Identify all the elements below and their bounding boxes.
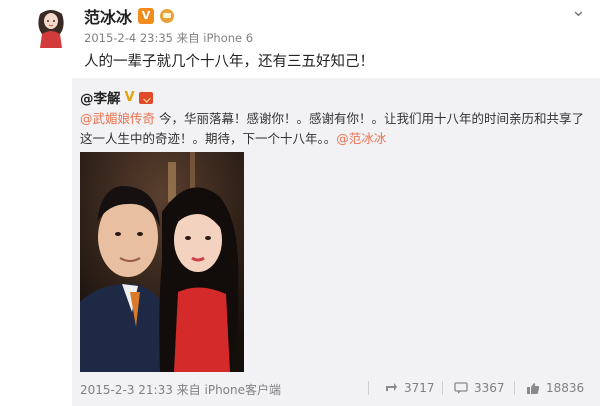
repost-count: 3717 bbox=[404, 381, 435, 395]
like-count: 18836 bbox=[546, 381, 585, 395]
post-author-name[interactable]: 范冰冰 bbox=[84, 4, 132, 28]
post-text: 人的一辈子就几个十八年，还有三五好知己！ bbox=[84, 54, 374, 70]
repost-icon bbox=[384, 382, 398, 394]
repost-text: @武媚娘传奇 今，华丽落幕！感谢你！。感谢有你！。让我们用十八年的时间亲历和共享… bbox=[80, 109, 585, 149]
repost-author-row: @李解 V bbox=[80, 87, 153, 107]
divider bbox=[442, 381, 443, 395]
comment-icon bbox=[454, 382, 468, 394]
avatar-illustration bbox=[28, 4, 74, 50]
repost-footer: 2015-2-3 21:33 来自 iPhone客户端 3717 3367 18… bbox=[72, 379, 600, 399]
repost-meta: 2015-2-3 21:33 来自 iPhone客户端 bbox=[80, 383, 282, 397]
like-icon bbox=[526, 382, 540, 394]
repost-button[interactable]: 3717 bbox=[384, 381, 435, 395]
chevron-down-icon[interactable]: ⌄ bbox=[571, 2, 586, 20]
avatar[interactable] bbox=[28, 4, 74, 50]
post-author-row: 范冰冰 V bbox=[84, 4, 175, 28]
repost-author-name[interactable]: @李解 bbox=[80, 87, 121, 107]
red-badge-icon[interactable] bbox=[138, 92, 153, 104]
verified-v-icon[interactable]: V bbox=[125, 90, 135, 105]
repost-card: @李解 V @武媚娘传奇 今，华丽落幕！感谢你！。感谢有你！。让我们用十八年的时… bbox=[72, 78, 600, 406]
comment-count: 3367 bbox=[474, 381, 505, 395]
photo-image bbox=[80, 152, 244, 372]
like-button[interactable]: 18836 bbox=[526, 381, 584, 395]
crown-icon[interactable] bbox=[160, 9, 175, 23]
mention-link[interactable]: @范冰冰 bbox=[336, 131, 386, 146]
divider bbox=[514, 381, 515, 395]
mention-link[interactable]: @武媚娘传奇 bbox=[80, 111, 155, 126]
vip-badge-icon[interactable]: V bbox=[138, 8, 155, 24]
divider bbox=[368, 381, 369, 395]
repost-photo[interactable] bbox=[80, 152, 244, 372]
post-meta: 2015-2-4 23:35 来自 iPhone 6 bbox=[84, 31, 254, 45]
repost-body: 今，华丽落幕！感谢你！。感谢有你！。让我们用十八年的时间亲历和共享了这一人生中的… bbox=[80, 111, 584, 146]
comment-button[interactable]: 3367 bbox=[454, 381, 505, 395]
